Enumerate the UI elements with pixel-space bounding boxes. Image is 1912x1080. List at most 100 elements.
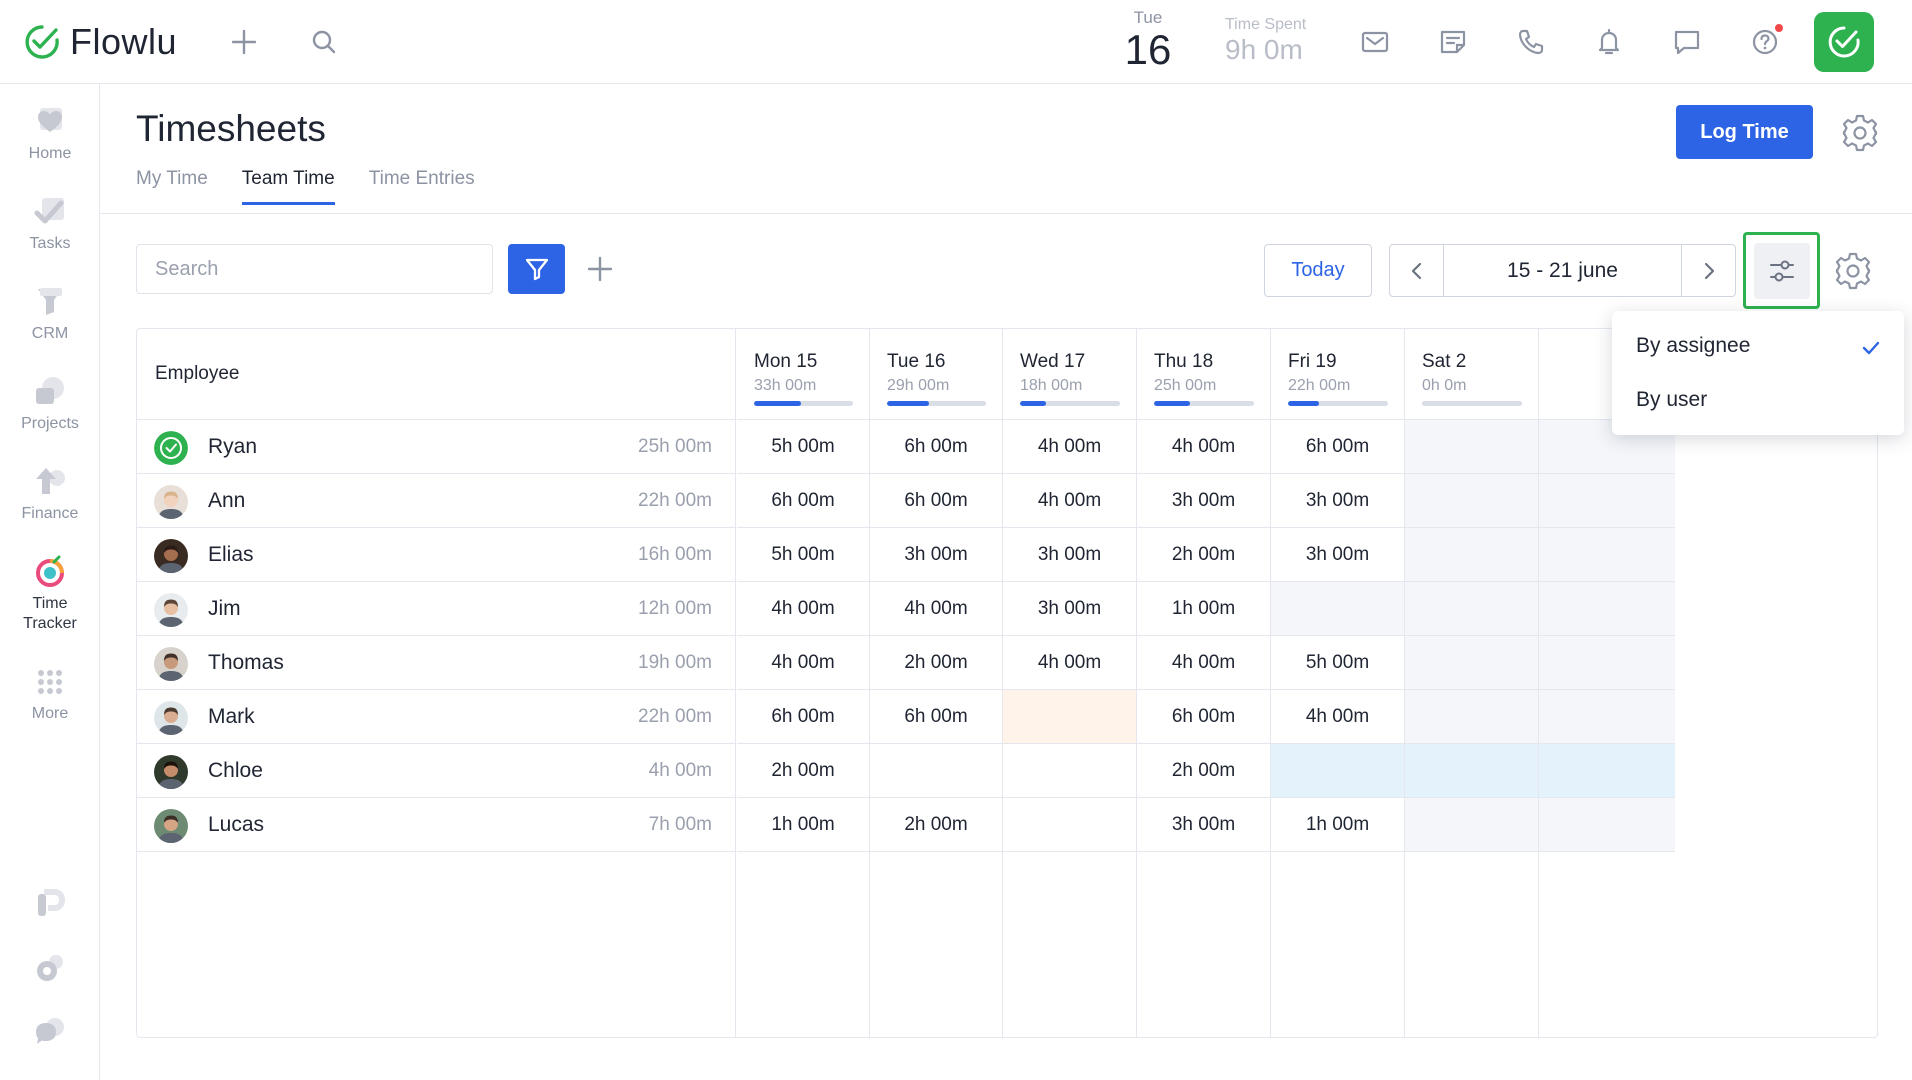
time-cell[interactable]: 2h 00m — [870, 636, 1002, 690]
phone-icon[interactable] — [1511, 22, 1551, 62]
time-cell[interactable]: 3h 00m — [1271, 528, 1404, 582]
dropdown-item-by-assignee[interactable]: By assignee — [1612, 329, 1904, 383]
chat-icon[interactable] — [1667, 22, 1707, 62]
sidebar-item-finance[interactable]: Finance — [0, 464, 100, 524]
time-cell[interactable]: 6h 00m — [1271, 420, 1404, 474]
time-cell[interactable] — [1539, 744, 1675, 798]
timer-check-button[interactable] — [1814, 12, 1874, 72]
log-time-button[interactable]: Log Time — [1676, 105, 1813, 159]
table-row[interactable]: Ann 22h 00m — [137, 474, 736, 528]
time-cell[interactable] — [1405, 636, 1538, 690]
sidebar-app-p[interactable] — [0, 886, 100, 922]
day-column-header[interactable]: Sat 2 0h 0m — [1405, 329, 1538, 420]
time-cell[interactable] — [1405, 798, 1538, 852]
time-cell[interactable] — [1405, 744, 1538, 798]
tab-team-time[interactable]: Team Time — [241, 168, 335, 205]
time-cell[interactable]: 3h 00m — [870, 528, 1002, 582]
time-cell[interactable] — [1405, 474, 1538, 528]
time-cell[interactable] — [1271, 582, 1404, 636]
day-column-header[interactable]: Tue 16 29h 00m — [870, 329, 1002, 420]
time-cell[interactable] — [1405, 420, 1538, 474]
time-cell[interactable]: 1h 00m — [737, 798, 869, 852]
sidebar-item-projects[interactable]: Projects — [0, 374, 100, 434]
sidebar-item-more[interactable]: More — [0, 664, 100, 724]
day-column-header[interactable]: Fri 19 22h 00m — [1271, 329, 1404, 420]
time-cell[interactable] — [1539, 690, 1675, 744]
tab-my-time[interactable]: My Time — [136, 168, 208, 205]
view-options-button[interactable] — [1753, 242, 1810, 299]
sidebar-item-tasks[interactable]: Tasks — [0, 194, 100, 254]
time-cell[interactable] — [1539, 528, 1675, 582]
time-cell[interactable]: 4h 00m — [737, 636, 869, 690]
day-column-header[interactable]: Wed 17 18h 00m — [1003, 329, 1136, 420]
sidebar-item-crm[interactable]: CRM — [0, 284, 100, 344]
time-cell[interactable]: 5h 00m — [1271, 636, 1404, 690]
table-row[interactable]: Elias 16h 00m — [137, 528, 736, 582]
notes-icon[interactable] — [1433, 22, 1473, 62]
plus-icon[interactable] — [224, 22, 264, 62]
sidebar-support-chat[interactable] — [0, 1014, 100, 1050]
time-cell[interactable]: 4h 00m — [1003, 420, 1136, 474]
table-row[interactable]: Ryan 25h 00m — [137, 420, 736, 474]
time-cell[interactable] — [870, 744, 1002, 798]
day-column-header[interactable]: Thu 18 25h 00m — [1137, 329, 1270, 420]
time-cell[interactable]: 4h 00m — [1137, 420, 1270, 474]
time-cell[interactable]: 4h 00m — [1003, 474, 1136, 528]
search-icon[interactable] — [304, 22, 344, 62]
time-cell[interactable]: 3h 00m — [1271, 474, 1404, 528]
today-button[interactable]: Today — [1264, 244, 1372, 297]
table-row[interactable]: Thomas 19h 00m — [137, 636, 736, 690]
time-cell[interactable] — [1405, 690, 1538, 744]
time-cell[interactable]: 6h 00m — [870, 420, 1002, 474]
date-range-label[interactable]: 15 - 21 june — [1444, 259, 1681, 283]
time-cell[interactable]: 6h 00m — [870, 690, 1002, 744]
time-cell[interactable] — [1405, 528, 1538, 582]
next-week-button[interactable] — [1681, 245, 1735, 296]
app-logo[interactable]: Flowlu — [24, 20, 177, 64]
sidebar-item-home[interactable]: Home — [0, 104, 100, 164]
time-cell[interactable]: 6h 00m — [737, 474, 869, 528]
tab-time-entries[interactable]: Time Entries — [369, 168, 475, 205]
time-cell[interactable] — [1003, 690, 1136, 744]
time-cell[interactable] — [1539, 474, 1675, 528]
search-input[interactable] — [136, 244, 493, 294]
time-cell[interactable]: 2h 00m — [870, 798, 1002, 852]
time-cell[interactable] — [1003, 744, 1136, 798]
time-cell[interactable]: 2h 00m — [737, 744, 869, 798]
time-cell[interactable]: 4h 00m — [1003, 636, 1136, 690]
time-cell[interactable]: 6h 00m — [737, 690, 869, 744]
filter-button[interactable] — [508, 244, 565, 294]
previous-week-button[interactable] — [1390, 245, 1444, 296]
time-cell[interactable]: 3h 00m — [1003, 528, 1136, 582]
time-cell[interactable]: 3h 00m — [1003, 582, 1136, 636]
time-cell[interactable] — [1271, 744, 1404, 798]
time-cell[interactable]: 4h 00m — [737, 582, 869, 636]
table-settings-gear-icon[interactable] — [1833, 250, 1873, 290]
time-cell[interactable]: 5h 00m — [737, 420, 869, 474]
time-cell[interactable]: 1h 00m — [1271, 798, 1404, 852]
time-cell[interactable]: 1h 00m — [1137, 582, 1270, 636]
time-cell[interactable]: 4h 00m — [1137, 636, 1270, 690]
time-cell[interactable]: 6h 00m — [1137, 690, 1270, 744]
time-cell[interactable] — [1539, 636, 1675, 690]
time-cell[interactable] — [1405, 582, 1538, 636]
time-cell[interactable]: 4h 00m — [870, 582, 1002, 636]
time-cell[interactable] — [1539, 798, 1675, 852]
table-row[interactable]: Chloe 4h 00m — [137, 744, 736, 798]
time-cell[interactable] — [1539, 582, 1675, 636]
table-row[interactable]: Lucas 7h 00m — [137, 798, 736, 852]
bell-icon[interactable] — [1589, 22, 1629, 62]
sidebar-item-time-tracker[interactable]: Time Tracker — [0, 554, 100, 634]
time-cell[interactable]: 6h 00m — [870, 474, 1002, 528]
time-cell[interactable]: 5h 00m — [737, 528, 869, 582]
sidebar-settings[interactable] — [0, 950, 100, 986]
dropdown-item-by-user[interactable]: By user — [1612, 383, 1904, 437]
time-cell[interactable]: 2h 00m — [1137, 744, 1270, 798]
time-cell[interactable]: 3h 00m — [1137, 798, 1270, 852]
day-column-header[interactable]: Mon 15 33h 00m — [737, 329, 869, 420]
time-spent[interactable]: Time Spent 9h 0m — [1225, 16, 1306, 66]
add-entry-button[interactable] — [580, 249, 620, 289]
time-cell[interactable]: 4h 00m — [1271, 690, 1404, 744]
table-row[interactable]: Mark 22h 00m — [137, 690, 736, 744]
header-gear-icon[interactable] — [1840, 112, 1880, 152]
